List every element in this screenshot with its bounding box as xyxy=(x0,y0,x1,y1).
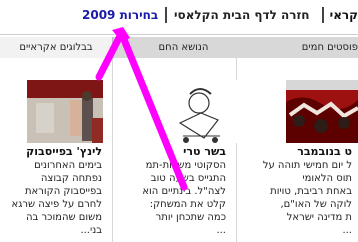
tab-hot-topic[interactable]: הנושא החם xyxy=(131,37,236,58)
article-line: לוקה של האו"ם, xyxy=(280,199,352,210)
article-line: לחרם על פיצה שרגא xyxy=(11,199,102,210)
article-line: ... xyxy=(216,225,226,236)
article-line: בפייסבוק הקוראת xyxy=(24,186,102,197)
header-divider xyxy=(0,34,358,35)
article-line: בני... xyxy=(80,225,102,236)
rally-illustration xyxy=(286,80,358,143)
article-line: כמה שתכחן יותר xyxy=(155,212,226,223)
article-title-november[interactable]: ט בנובמבר xyxy=(297,145,352,158)
article-line: בימים האחרונים xyxy=(34,160,102,171)
photo-illustration xyxy=(27,80,103,143)
nav-home-link[interactable]: חזרה לדף הבית הקלאסי xyxy=(174,8,310,22)
article-title-facebook[interactable]: לינץ' בפייסבוק xyxy=(26,145,102,158)
article-line: תוס הלאומי xyxy=(302,173,352,184)
article-line: קלט את המשחק: xyxy=(149,199,226,210)
article-line: ת מדינה ישראל xyxy=(286,212,352,223)
nav-elections-link[interactable]: בחירות 2009 xyxy=(82,8,158,22)
column-rule xyxy=(112,58,113,242)
nav-link-partial[interactable]: קראי xyxy=(330,8,358,22)
article-line: משום שהמוכר בה xyxy=(26,212,102,223)
article-title-soldier[interactable]: בשר טרי xyxy=(183,145,226,158)
article-line: ... xyxy=(342,225,352,236)
article-line: באחת רביבת, טויות xyxy=(270,186,352,197)
top-navigation: קראי חזרה לדף הבית הקלאסי בחירות 2009 xyxy=(0,0,358,34)
soldier-illustration xyxy=(166,80,239,143)
article-line: נפתחה קבוצה xyxy=(40,173,102,184)
article-image-rally[interactable] xyxy=(286,80,358,143)
tab-hot-posts[interactable]: פוסטים חמים xyxy=(284,37,358,58)
nav-separator xyxy=(322,7,324,23)
article-line: לצה"ל. בינתיים הוא xyxy=(142,186,226,197)
article-line: התגייס בשעה טוב xyxy=(150,173,226,184)
article-image-facebook[interactable] xyxy=(27,80,103,143)
nav-separator xyxy=(165,7,167,23)
tab-random-blogs[interactable]: בבלוגים אקראיים xyxy=(0,37,113,58)
article-image-soldier[interactable] xyxy=(166,80,239,143)
article-line: הסקוטי משדות-תמ xyxy=(145,160,226,171)
article-line: ל יום חמישי תוהה על xyxy=(262,160,352,171)
